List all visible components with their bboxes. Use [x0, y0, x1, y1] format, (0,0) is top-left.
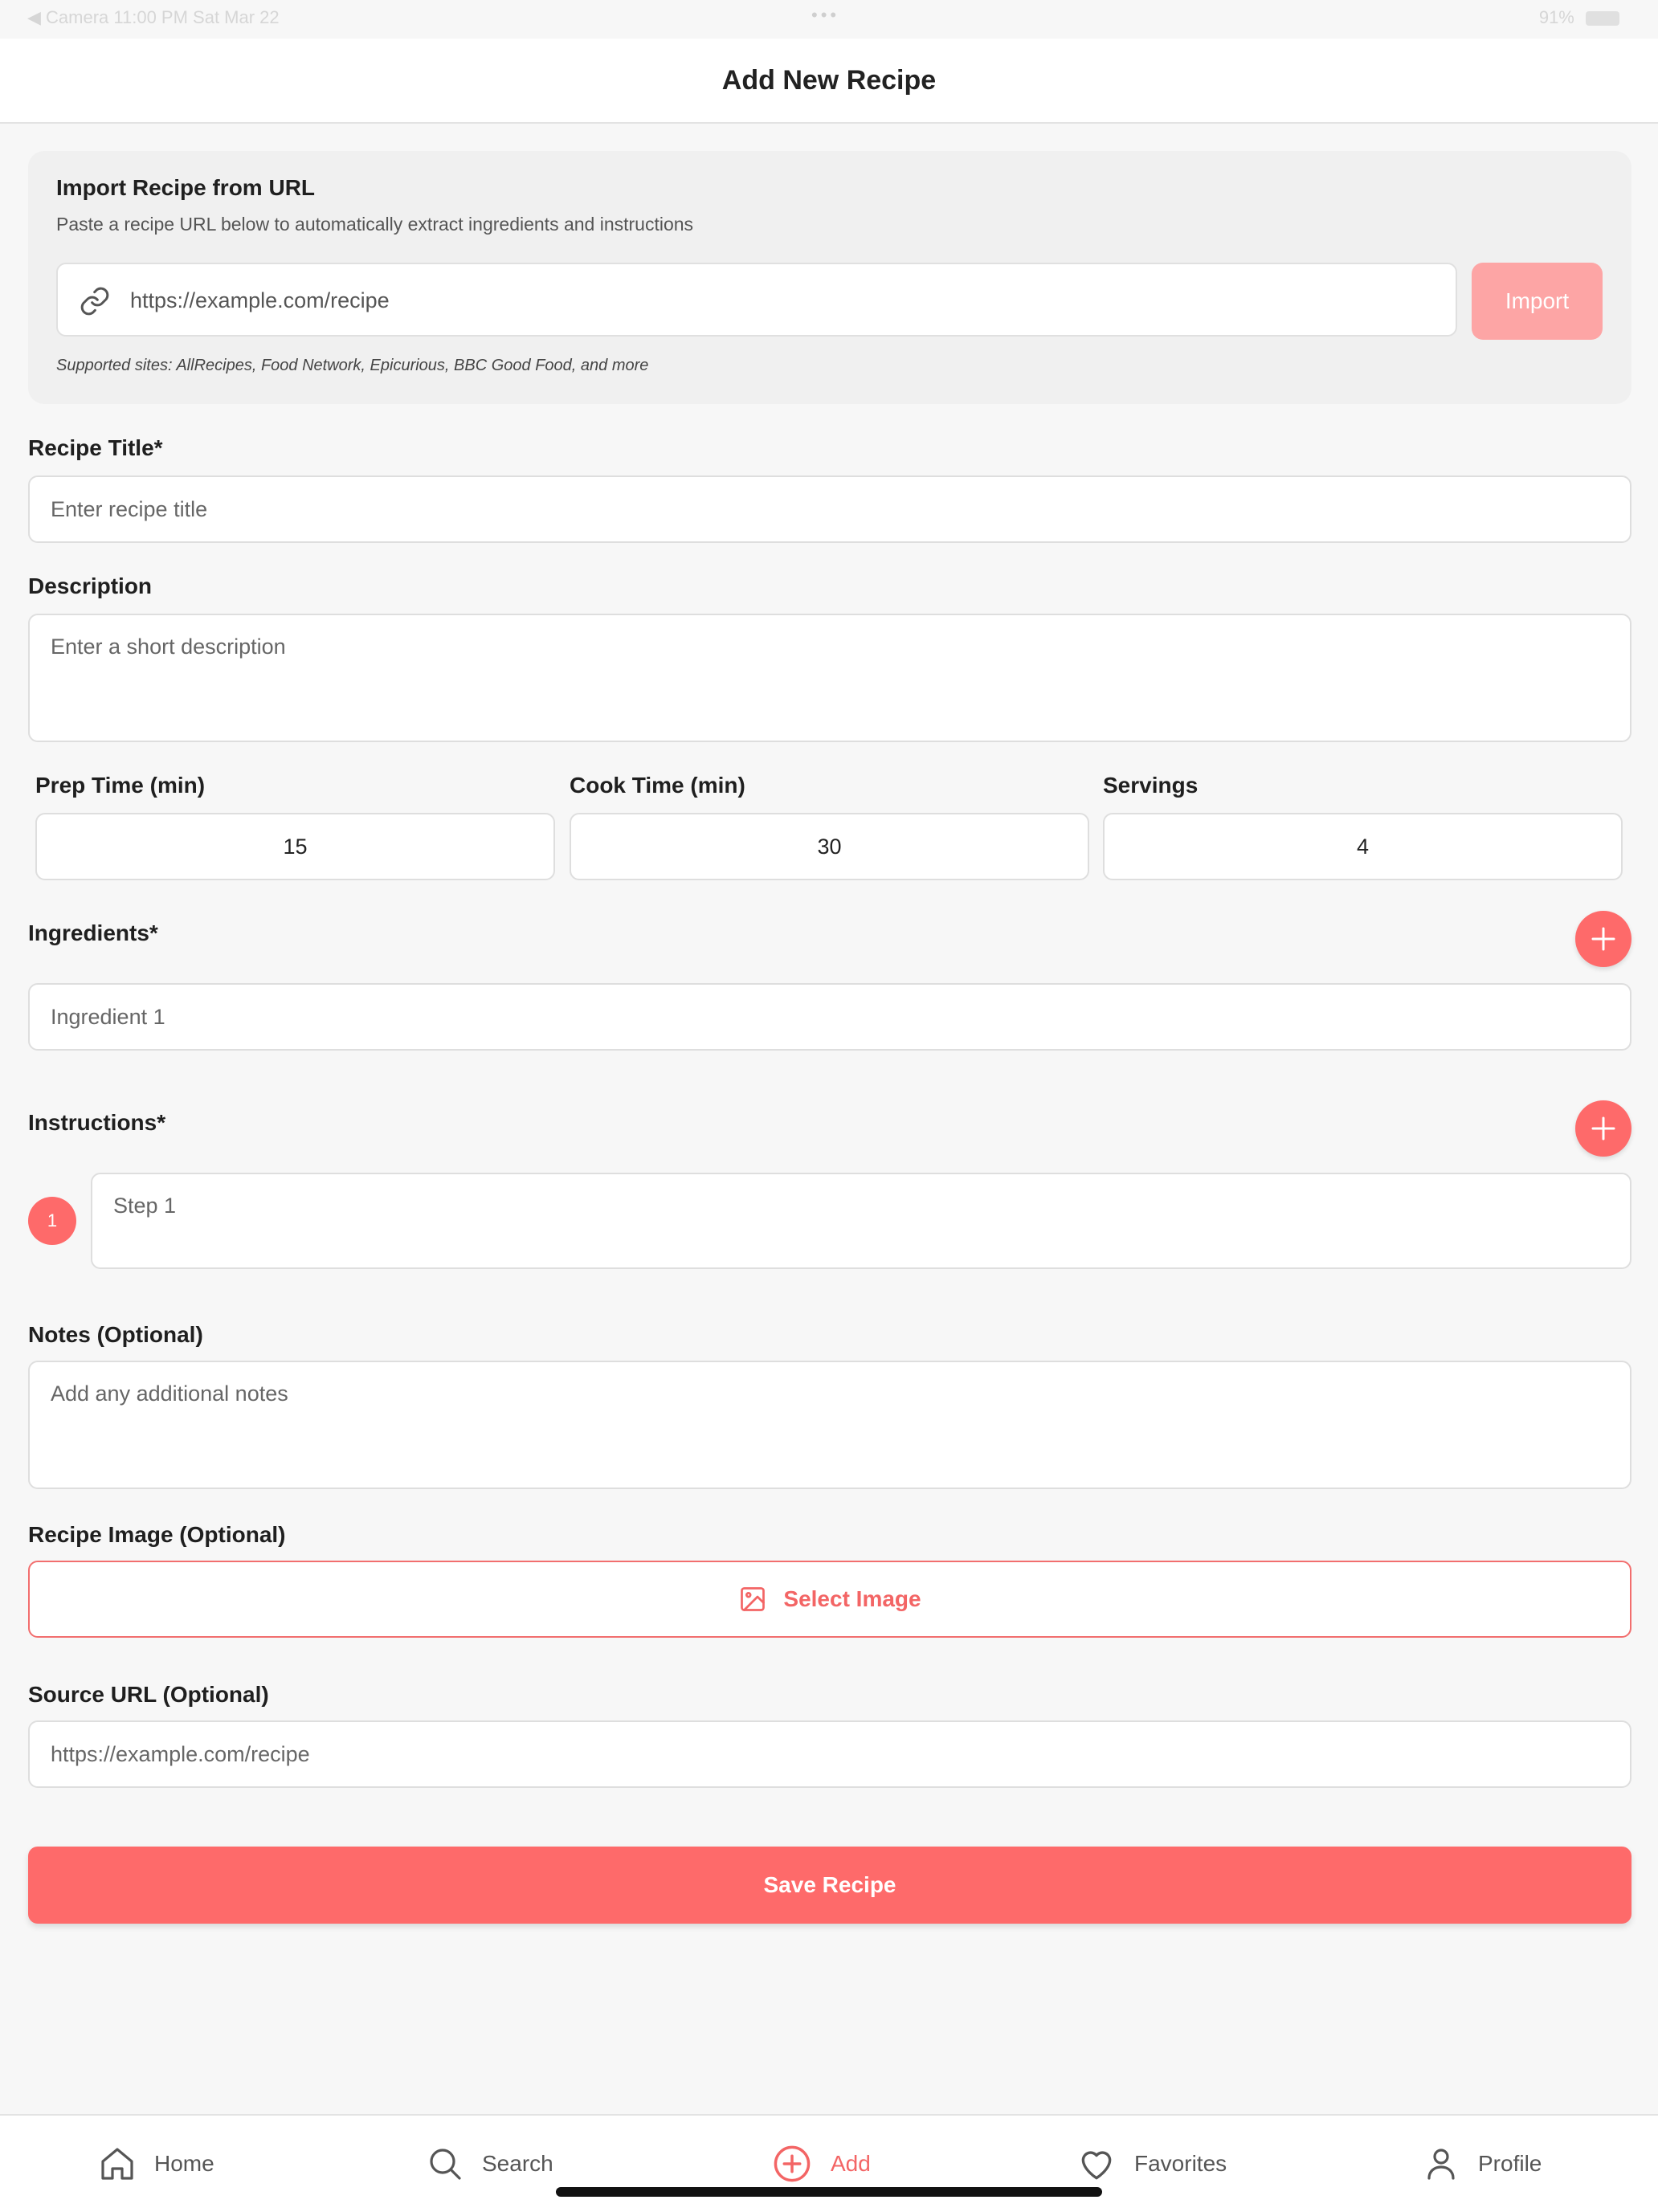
profile-icon: [1427, 2149, 1455, 2180]
import-description: Paste a recipe URL below to automaticall…: [56, 214, 694, 235]
heart-icon: [1081, 2151, 1112, 2180]
image-icon: [741, 1587, 766, 1611]
add-circle-icon: [774, 2145, 811, 2182]
tab-profile[interactable]: Profile: [1422, 2116, 1542, 2212]
tab-favorites[interactable]: Favorites: [1076, 2116, 1227, 2212]
recipe-image-label: Recipe Image (Optional): [28, 1522, 286, 1547]
cook-time-label: Cook Time (min): [570, 773, 745, 798]
add-ingredient-button[interactable]: [1575, 911, 1631, 967]
tab-search-label: Search: [482, 2151, 553, 2176]
ingredient-1-input[interactable]: [28, 983, 1631, 1051]
import-button[interactable]: Import: [1472, 263, 1603, 340]
import-url-input[interactable]: [129, 264, 1433, 337]
link-icon: [79, 285, 111, 317]
notes-label: Notes (Optional): [28, 1322, 203, 1347]
add-step-button[interactable]: [1575, 1100, 1631, 1157]
tab-add[interactable]: Add: [771, 2116, 871, 2212]
step-number-badge: 1: [28, 1197, 76, 1245]
import-card: Import Recipe from URL Paste a recipe UR…: [28, 151, 1631, 404]
search-icon: [430, 2149, 461, 2180]
source-url-label: Source URL (Optional): [28, 1682, 269, 1707]
servings-input[interactable]: [1103, 813, 1623, 880]
description-label: Description: [28, 573, 153, 598]
notes-input[interactable]: [28, 1361, 1631, 1489]
description-input[interactable]: [28, 614, 1631, 742]
tab-search[interactable]: Search: [426, 2116, 553, 2212]
cook-time-input[interactable]: [570, 813, 1089, 880]
save-recipe-button[interactable]: Save Recipe: [28, 1847, 1631, 1924]
plus-icon: [1591, 927, 1615, 951]
plus-icon: [1591, 1116, 1615, 1141]
recipe-title-label: Recipe Title*: [28, 435, 163, 460]
select-image-label: Select Image: [783, 1586, 921, 1611]
instructions-label: Instructions*: [28, 1110, 166, 1135]
tab-add-label: Add: [831, 2151, 871, 2176]
recipe-title-input[interactable]: [28, 475, 1631, 543]
select-image-button[interactable]: Select Image: [28, 1561, 1631, 1638]
ingredients-label: Ingredients*: [28, 920, 158, 945]
home-indicator[interactable]: [556, 2187, 1102, 2197]
tab-bar: Home Search Add Favorites Profile: [0, 2114, 1658, 2212]
status-left: ◀ Camera 11:00 PM Sat Mar 22: [27, 7, 280, 27]
prep-time-input[interactable]: [35, 813, 555, 880]
servings-label: Servings: [1103, 773, 1199, 798]
status-right: 91%: [1539, 7, 1619, 28]
import-url-field[interactable]: [56, 263, 1457, 337]
tab-home[interactable]: Home: [98, 2116, 214, 2212]
supported-sites-note: Supported sites: AllRecipes, Food Networ…: [56, 357, 649, 374]
home-icon: [101, 2148, 133, 2180]
step-1-input[interactable]: [91, 1173, 1631, 1269]
battery-icon: [1586, 11, 1619, 27]
tab-favorites-label: Favorites: [1134, 2151, 1227, 2176]
source-url-input[interactable]: [28, 1720, 1631, 1788]
status-bar: ◀ Camera 11:00 PM Sat Mar 22 ••• 91%: [0, 0, 1658, 39]
multitasking-dots: •••: [811, 5, 840, 25]
battery-percent: 91%: [1538, 7, 1574, 27]
tab-profile-label: Profile: [1478, 2151, 1542, 2176]
page-title: Add New Recipe: [721, 65, 937, 96]
import-title: Import Recipe from URL: [56, 175, 316, 200]
page-header: Add New Recipe: [0, 39, 1658, 124]
prep-time-label: Prep Time (min): [35, 773, 206, 798]
tab-home-label: Home: [154, 2151, 214, 2176]
